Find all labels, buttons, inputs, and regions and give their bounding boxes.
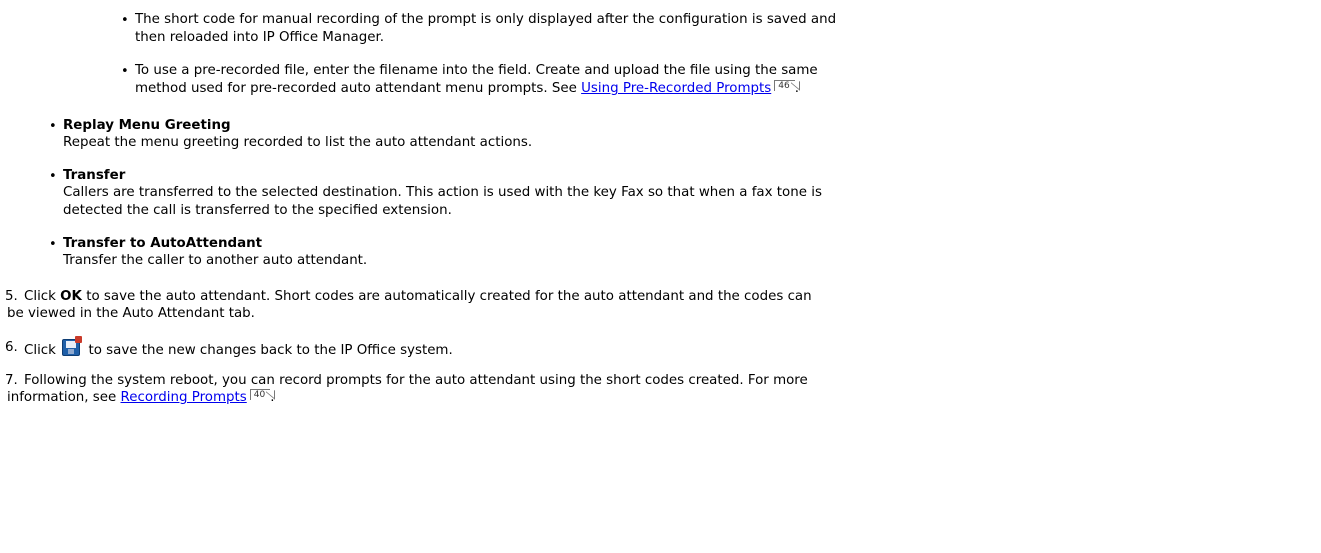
action-desc-replay-menu-greeting: Repeat the menu greeting recorded to lis… [63,135,533,150]
sub-bullet-2-line-1: To use a pre-recorded file, enter the fi… [135,63,818,78]
page-reference[interactable]: 40 [249,383,276,400]
bullet-dot: • [49,237,57,252]
step-number-5: 5. [5,289,18,304]
sub-bullet-dot: • [121,64,129,79]
action-desc-transfer-to-autoattendant: Transfer the caller to another auto atte… [63,253,368,268]
sub-bullet-1-line-1: The short code for manual recording of t… [135,12,837,27]
step-6-line-1: Click to save the new changes back to th… [24,336,453,359]
sub-bullet-dot: • [121,13,129,28]
action-title-transfer-to-autoattendant: Transfer to AutoAttendant [63,236,263,251]
save-disk-icon [62,336,83,356]
step-7-line-2: information, see Recording Prompts 40. [7,383,276,406]
action-title-transfer: Transfer [63,168,126,183]
step-5-line-2: be viewed in the Auto Attendant tab. [7,306,255,321]
sub-bullet-1-line-2: then reloaded into IP Office Manager. [135,30,385,45]
action-title-replay-menu-greeting: Replay Menu Greeting [63,118,231,133]
sub-bullet-2-line-2: method used for pre-recorded auto attend… [135,74,800,97]
bullet-dot: • [49,169,57,184]
step-number-6: 6. [5,340,18,355]
step-5-line-1: Click OK to save the auto attendant. Sho… [24,289,812,304]
step-number-7: 7. [5,373,18,388]
page-reference[interactable]: 46 [774,74,800,91]
action-desc-transfer-line-1: Callers are transferred to the selected … [63,185,822,200]
link-recording-prompts[interactable]: Recording Prompts [121,390,247,405]
link-using-pre-recorded-prompts[interactable]: Using Pre-Recorded Prompts [581,81,771,96]
ok-label: OK [60,289,82,304]
bullet-dot: • [49,119,57,134]
step-7-line-1: Following the system reboot, you can rec… [24,373,808,388]
action-desc-transfer-line-2: detected the call is transferred to the … [63,203,452,218]
